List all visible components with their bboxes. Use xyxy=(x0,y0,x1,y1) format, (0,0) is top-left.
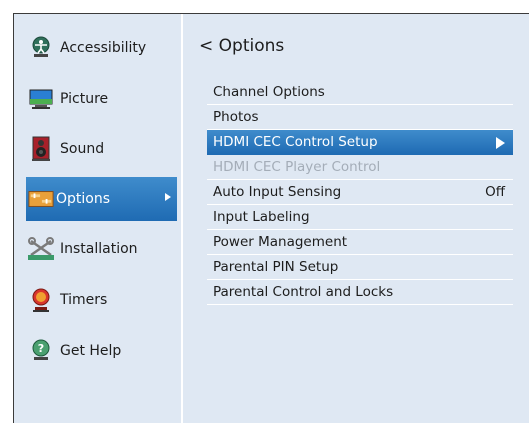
menu-item-label: Input Labeling xyxy=(213,209,310,225)
menu-item-channel-options[interactable]: Channel Options xyxy=(207,80,513,105)
settings-frame: Accessibility Picture Sound Options Inst… xyxy=(13,13,529,423)
menu-item-label: Auto Input Sensing xyxy=(213,184,342,200)
options-icon xyxy=(28,186,54,212)
sidebar-item-sound[interactable]: Sound xyxy=(14,127,181,171)
menu-item-label: HDMI CEC Player Control xyxy=(213,159,381,175)
sidebar-item-label: Timers xyxy=(60,292,108,308)
picture-icon xyxy=(28,86,54,112)
sidebar-item-picture[interactable]: Picture xyxy=(14,77,181,121)
menu-item-hdmi-cec-player-control: HDMI CEC Player Control xyxy=(207,155,513,180)
menu-item-label: Parental Control and Locks xyxy=(213,284,394,300)
sidebar-item-installation[interactable]: Installation xyxy=(14,227,181,271)
options-menu: Channel Options Photos HDMI CEC Control … xyxy=(207,80,513,305)
menu-item-auto-input-sensing[interactable]: Auto Input Sensing Off xyxy=(207,180,513,205)
sidebar-item-options[interactable]: Options xyxy=(26,177,177,221)
sidebar: Accessibility Picture Sound Options Inst… xyxy=(14,14,181,423)
menu-item-label: Parental PIN Setup xyxy=(213,259,339,275)
menu-item-power-management[interactable]: Power Management xyxy=(207,230,513,255)
menu-item-hdmi-cec-control-setup[interactable]: HDMI CEC Control Setup xyxy=(207,130,513,155)
timers-icon xyxy=(28,287,54,313)
menu-item-label: Power Management xyxy=(213,234,348,250)
sidebar-item-label: Sound xyxy=(60,141,105,157)
chevron-right-icon xyxy=(165,193,171,201)
sidebar-item-timers[interactable]: Timers xyxy=(14,278,181,322)
menu-item-parental-pin-setup[interactable]: Parental PIN Setup xyxy=(207,255,513,280)
menu-item-label: Channel Options xyxy=(213,84,325,100)
triangle-right-icon xyxy=(496,137,505,149)
installation-icon xyxy=(28,236,54,262)
menu-item-input-labeling[interactable]: Input Labeling xyxy=(207,205,513,230)
menu-item-parental-control-and-locks[interactable]: Parental Control and Locks xyxy=(207,280,513,305)
svg-text:?: ? xyxy=(38,342,44,355)
back-icon[interactable]: < xyxy=(199,36,213,56)
sidebar-item-label: Options xyxy=(56,191,111,207)
options-panel: < Options Channel Options Photos HDMI CE… xyxy=(183,14,529,423)
sidebar-item-get-help[interactable]: ? Get Help xyxy=(14,329,181,373)
menu-item-label: Photos xyxy=(213,109,259,125)
sidebar-item-label: Get Help xyxy=(60,343,122,359)
sidebar-item-accessibility[interactable]: Accessibility xyxy=(14,26,181,70)
menu-item-photos[interactable]: Photos xyxy=(207,105,513,130)
page-title-text: Options xyxy=(218,36,285,56)
page-title[interactable]: < Options xyxy=(199,36,284,56)
sidebar-item-label: Picture xyxy=(60,91,109,107)
menu-item-value: Off xyxy=(485,184,505,200)
sidebar-item-label: Accessibility xyxy=(60,40,147,56)
sidebar-item-label: Installation xyxy=(60,241,138,257)
menu-item-label: HDMI CEC Control Setup xyxy=(213,134,378,150)
accessibility-icon xyxy=(28,35,54,61)
sound-icon xyxy=(28,136,54,162)
get-help-icon: ? xyxy=(28,338,54,364)
